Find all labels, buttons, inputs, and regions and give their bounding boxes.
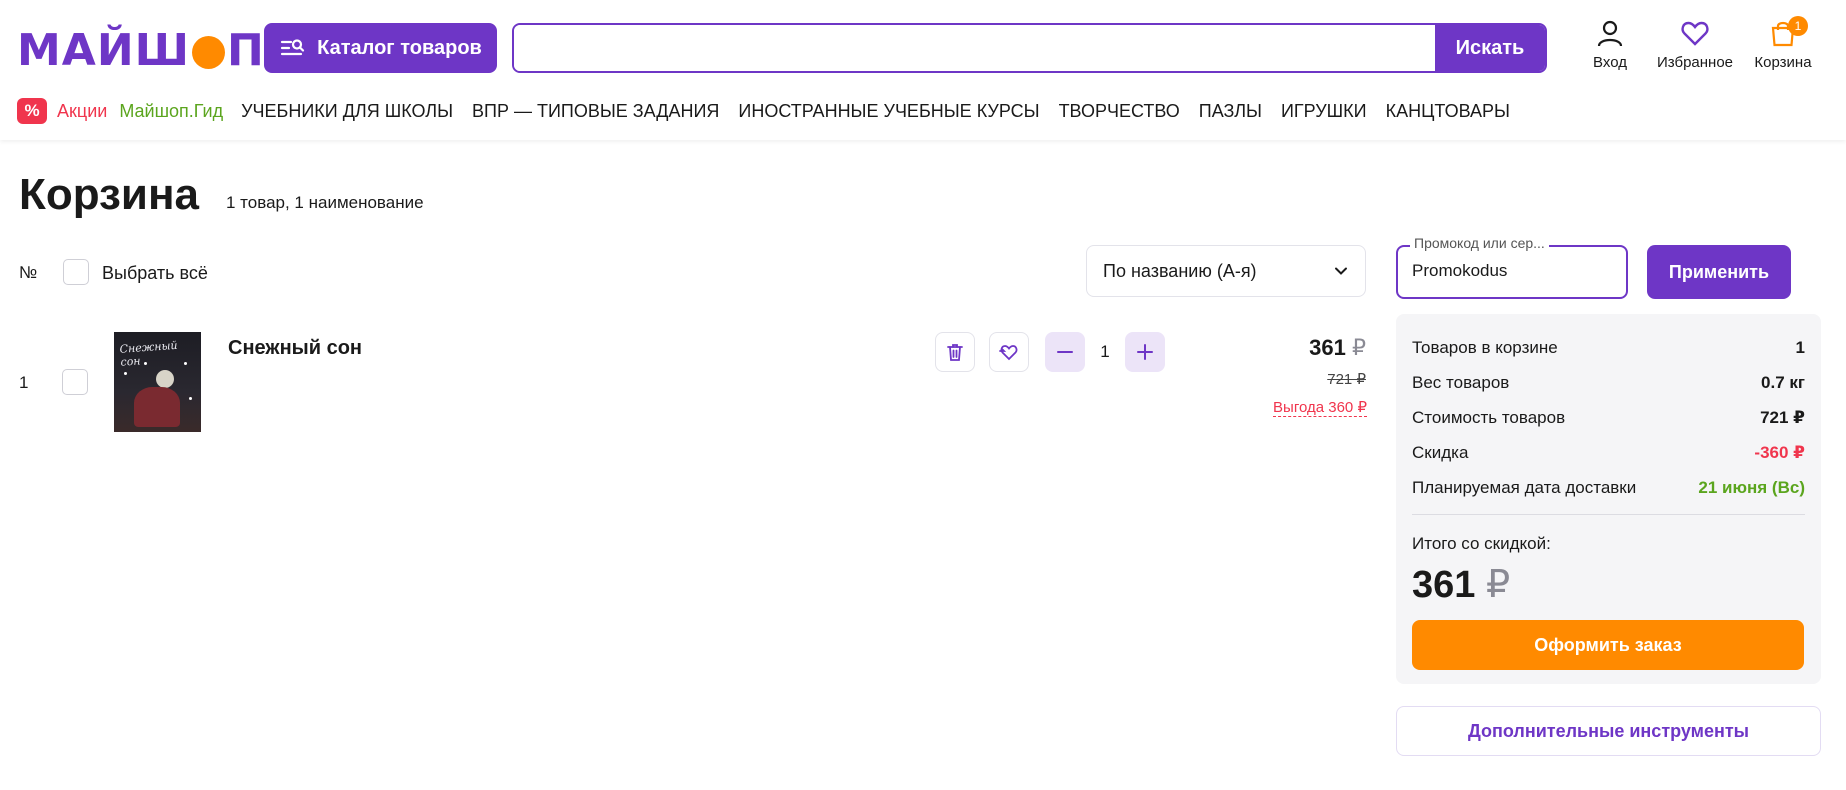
- summary-items-label: Товаров в корзине: [1412, 338, 1558, 357]
- search-input[interactable]: [514, 25, 1435, 71]
- cover-title-text: Снежный сон: [119, 338, 178, 369]
- cover-snow-dot: [184, 362, 187, 365]
- nav-item-school-textbooks[interactable]: УЧЕБНИКИ ДЛЯ ШКОЛЫ: [241, 101, 453, 122]
- cart-link[interactable]: 1 Корзина: [1748, 16, 1818, 71]
- page-title: Корзина: [19, 170, 199, 219]
- sort-dropdown-value: По названию (А-я): [1103, 260, 1257, 281]
- nav-item-foreign-courses[interactable]: ИНОСТРАННЫЕ УЧЕБНЫЕ КУРСЫ: [738, 101, 1039, 122]
- nav-item-guide[interactable]: Майшоп.Гид: [119, 101, 223, 122]
- summary-discount-value: -360 ₽: [1754, 443, 1805, 462]
- summary-row-cost: Стоимость товаров 721 ₽: [1412, 408, 1805, 428]
- item-index: 1: [19, 373, 29, 392]
- chevron-down-icon: [1335, 267, 1347, 275]
- nav-item-vpr[interactable]: ВПР — ТИПОВЫЕ ЗАДАНИЯ: [472, 101, 719, 122]
- summary-row-discount: Скидка -360 ₽: [1412, 443, 1805, 463]
- item-price-currency: ₽: [1352, 335, 1366, 360]
- logo-o-mark: [192, 35, 226, 69]
- favorites-link[interactable]: Избранное: [1640, 18, 1750, 71]
- percent-badge-icon[interactable]: %: [17, 98, 47, 124]
- favorites-label: Избранное: [1656, 54, 1734, 71]
- cover-snow-dot: [189, 397, 192, 400]
- site-header: МАЙШ П Каталог товаров Искать Вход Избран…: [0, 0, 1846, 140]
- cover-snow-dot: [144, 362, 147, 365]
- product-name-link[interactable]: Снежный сон: [228, 337, 362, 360]
- summary-row-items: Товаров в корзине 1: [1412, 338, 1805, 358]
- cover-figure-shape: [134, 387, 180, 427]
- item-benefit-link[interactable]: Выгода 360 ₽: [1273, 398, 1367, 417]
- select-all-label[interactable]: Выбрать всё: [102, 263, 208, 284]
- select-all-checkbox[interactable]: [63, 259, 89, 285]
- summary-row-delivery: Планируемая дата доставки 21 июня (Вс): [1412, 478, 1805, 498]
- quantity-value: 1: [1100, 342, 1110, 361]
- summary-cost-value: 721 ₽: [1760, 408, 1805, 427]
- promo-code-input[interactable]: [1412, 261, 1612, 281]
- additional-tools-button[interactable]: Дополнительные инструменты: [1396, 706, 1821, 756]
- minus-icon: [1057, 351, 1073, 353]
- total-label: Итого со скидкой:: [1412, 534, 1551, 553]
- nav-item-creativity[interactable]: ТВОРЧЕСТВО: [1059, 101, 1180, 122]
- promo-code-legend: Промокод или сер...: [1410, 235, 1549, 251]
- nav-item-stationery[interactable]: КАНЦТОВАРЫ: [1386, 101, 1510, 122]
- plus-icon: [1137, 344, 1153, 360]
- order-summary-panel: Товаров в корзине 1 Вес товаров 0.7 кг С…: [1396, 314, 1821, 684]
- nav-item-puzzles[interactable]: ПАЗЛЫ: [1199, 101, 1262, 122]
- summary-items-value: 1: [1795, 338, 1805, 357]
- cart-label: Корзина: [1754, 54, 1812, 71]
- catalog-button[interactable]: Каталог товаров: [264, 23, 497, 73]
- sort-dropdown[interactable]: По названию (А-я): [1086, 245, 1366, 297]
- login-link[interactable]: Вход: [1580, 18, 1640, 71]
- item-price-value: 361: [1309, 335, 1346, 360]
- item-checkbox[interactable]: [62, 369, 88, 395]
- category-nav: % Акции Майшоп.Гид УЧЕБНИКИ ДЛЯ ШКОЛЫ ВП…: [17, 96, 1529, 126]
- summary-weight-label: Вес товаров: [1412, 373, 1510, 392]
- search-button[interactable]: Искать: [1435, 25, 1545, 71]
- heart-icon: [1681, 21, 1709, 46]
- move-to-favorites-button[interactable]: [989, 332, 1029, 372]
- delete-item-button[interactable]: [935, 332, 975, 372]
- summary-delivery-value: 21 июня (Вс): [1698, 478, 1805, 497]
- summary-delivery-label: Планируемая дата доставки: [1412, 478, 1637, 497]
- cart-count-badge: 1: [1788, 16, 1808, 36]
- site-logo[interactable]: МАЙШ П: [17, 25, 265, 76]
- decrease-quantity-button[interactable]: [1045, 332, 1085, 372]
- summary-row-weight: Вес товаров 0.7 кг: [1412, 373, 1805, 393]
- apply-promo-button[interactable]: Применить: [1647, 245, 1791, 299]
- cover-snow-dot: [124, 372, 127, 375]
- item-old-price: 721 ₽: [1327, 371, 1366, 388]
- number-column-header: №: [19, 263, 38, 282]
- summary-weight-value: 0.7 кг: [1761, 373, 1805, 392]
- item-price: 361 ₽: [1309, 335, 1366, 361]
- cart-summary-count: 1 товар, 1 наименование: [226, 193, 424, 212]
- cover-moon-shape: [156, 370, 174, 388]
- nav-item-promotions[interactable]: Акции: [57, 101, 107, 122]
- catalog-button-label: Каталог товаров: [317, 36, 482, 59]
- promo-code-field: Промокод или сер...: [1396, 235, 1628, 299]
- logo-text-right: П: [227, 24, 265, 76]
- login-label: Вход: [1593, 54, 1627, 71]
- product-cover-image[interactable]: Снежный сон: [114, 332, 201, 432]
- search-bar: Искать: [512, 23, 1547, 73]
- user-icon: [1597, 20, 1623, 47]
- logo-text-left: МАЙШ: [17, 24, 191, 76]
- catalog-search-icon: [281, 39, 305, 56]
- nav-item-toys[interactable]: ИГРУШКИ: [1281, 101, 1367, 122]
- summary-discount-label: Скидка: [1412, 443, 1469, 462]
- total-value: 361 ₽: [1412, 562, 1510, 607]
- checkout-button[interactable]: Оформить заказ: [1412, 620, 1804, 670]
- summary-divider: [1412, 514, 1805, 515]
- trash-icon: [947, 344, 963, 361]
- summary-cost-label: Стоимость товаров: [1412, 408, 1566, 427]
- total-currency: ₽: [1485, 564, 1511, 606]
- increase-quantity-button[interactable]: [1125, 332, 1165, 372]
- total-amount: 361: [1412, 564, 1476, 606]
- heart-arrow-icon: [999, 345, 1018, 361]
